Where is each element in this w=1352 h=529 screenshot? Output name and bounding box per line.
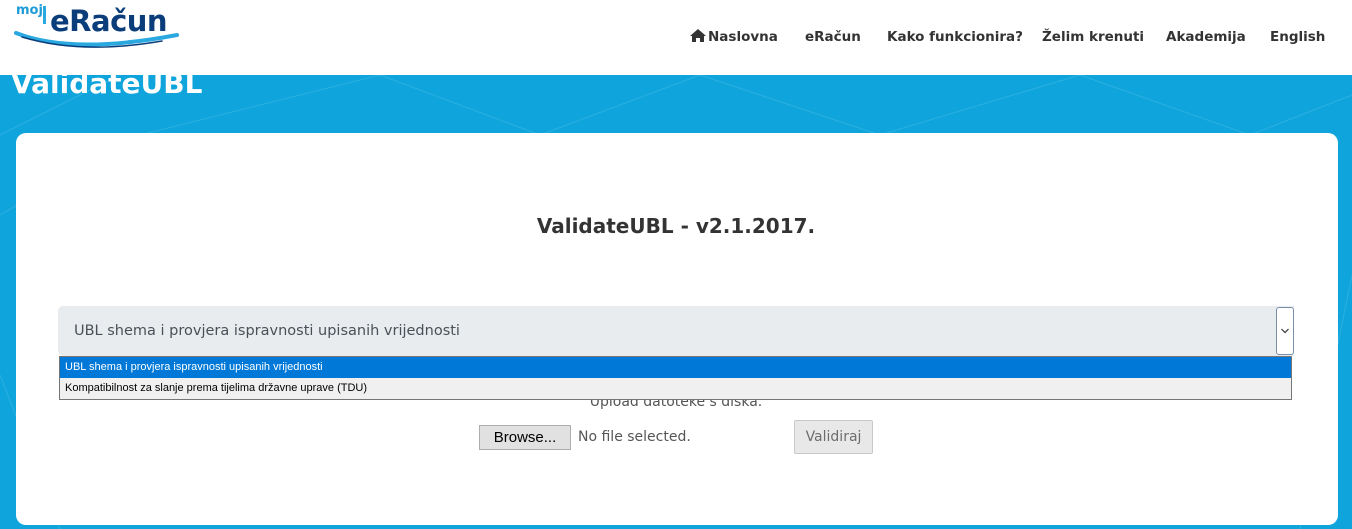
main-navigation: Naslovna eRačun Kako funkcionira? Želim …: [0, 25, 1352, 49]
nav-label-akademija: Akademija: [1166, 29, 1246, 45]
nav-label-zelim-krenuti: Želim krenuti: [1042, 29, 1145, 45]
validator-title: ValidateUBL - v2.1.2017.: [536, 214, 816, 238]
validate-button[interactable]: Validiraj: [794, 420, 873, 454]
nav-item-akademija[interactable]: Akademija: [1166, 25, 1246, 49]
nav-item-eracun[interactable]: eRačun: [805, 25, 861, 49]
option-ubl-schema[interactable]: UBL shema i provjera ispravnosti upisani…: [60, 357, 1291, 378]
page-title: ValidateUBL: [11, 75, 203, 100]
nav-label-eracun: eRačun: [805, 29, 861, 45]
logo-divider: [43, 6, 46, 24]
chevron-down-icon: [1281, 328, 1289, 334]
nav-item-english[interactable]: English: [1270, 25, 1325, 49]
validation-type-options: UBL shema i provjera ispravnosti upisani…: [59, 356, 1292, 400]
validation-type-select[interactable]: UBL shema i provjera ispravnosti upisani…: [58, 306, 1294, 356]
nav-item-kako-funkcionira[interactable]: Kako funkcionira?: [887, 25, 1023, 49]
nav-label-kako-funkcionira: Kako funkcionira?: [887, 29, 1023, 45]
logo-prefix: moj: [16, 3, 43, 18]
nav-item-naslovna[interactable]: Naslovna: [690, 25, 778, 49]
nav-item-zelim-krenuti[interactable]: Želim krenuti: [1042, 25, 1144, 49]
select-toggle[interactable]: [1276, 307, 1294, 355]
validation-type-selected-value: UBL shema i provjera ispravnosti upisani…: [74, 323, 460, 339]
site-header: moj eRačun Naslovna eRačun Kako funkcion…: [0, 0, 1352, 75]
home-icon: [690, 29, 706, 42]
nav-label-english: English: [1270, 29, 1326, 45]
option-tdu-compatibility[interactable]: Kompatibilnost za slanje prema tijelima …: [60, 378, 1291, 399]
nav-label-naslovna: Naslovna: [708, 29, 778, 45]
file-status: No file selected.: [578, 429, 691, 445]
browse-button[interactable]: Browse...: [479, 425, 571, 450]
